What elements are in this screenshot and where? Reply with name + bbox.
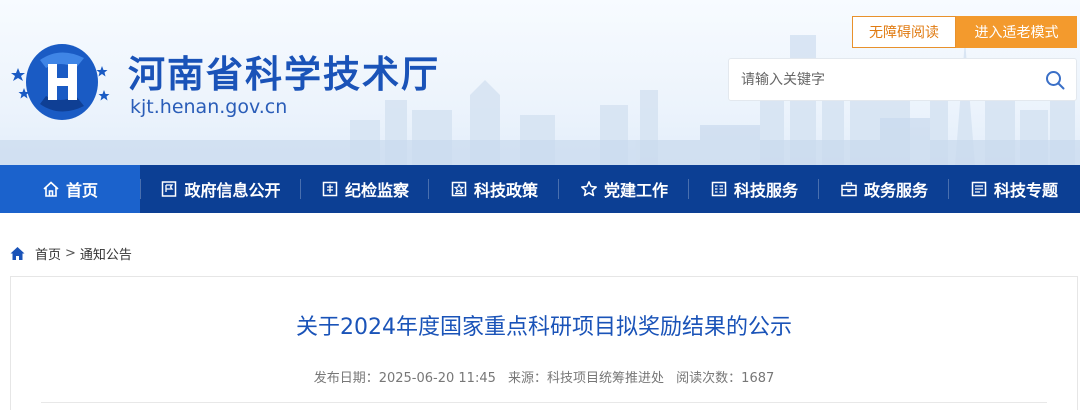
- nav-separator: [818, 179, 819, 199]
- home-icon[interactable]: [10, 246, 25, 261]
- nav-item-label: 政府信息公开: [184, 181, 281, 200]
- grid-list-icon: [711, 181, 727, 197]
- site-header: 河南省科学技术厅 kjt.henan.gov.cn 无障碍阅读 进入适老模式: [0, 0, 1080, 165]
- nav-item-label: 党建工作: [603, 181, 668, 200]
- nav-separator: [688, 179, 689, 199]
- nav-item-gov-info[interactable]: 政府信息公开: [148, 165, 293, 213]
- view-count: 阅读次数：1687: [676, 371, 775, 386]
- nav-item-label: 纪检监察: [344, 181, 409, 200]
- nav-item-home[interactable]: 首页: [0, 165, 140, 213]
- accessible-reading-button[interactable]: 无障碍阅读: [852, 16, 956, 48]
- nav-item-label: 首页: [65, 181, 98, 200]
- briefcase-icon: [841, 182, 857, 197]
- article-meta: 发布日期：2025-06-20 11:45 来源：科技项目统筹推进处 阅读次数：…: [11, 367, 1077, 386]
- home-icon: [43, 181, 59, 197]
- main-nav: 首页 政府信息公开 纪检监察 科技政策 党建工作 科技服务 政务服务 科技专题: [0, 165, 1080, 213]
- star-icon: [581, 181, 597, 197]
- nav-item-label: 科技政策: [473, 181, 538, 200]
- breadcrumb-current[interactable]: 通知公告: [80, 244, 132, 263]
- nav-item-label: 政务服务: [863, 181, 928, 200]
- article-title: 关于2024年度国家重点科研项目拟奖励结果的公示: [296, 315, 792, 340]
- nav-item-label: 科技服务: [733, 181, 798, 200]
- divider: [41, 402, 1047, 403]
- nav-separator: [558, 179, 559, 199]
- nav-item-tech-topics[interactable]: 科技专题: [953, 165, 1075, 213]
- search-icon[interactable]: [1045, 70, 1065, 90]
- nav-item-gov-service[interactable]: 政务服务: [823, 165, 945, 213]
- document-flag-icon: [162, 181, 177, 197]
- breadcrumb-home-link[interactable]: 首页: [35, 244, 61, 263]
- site-logo[interactable]: [10, 38, 110, 126]
- search-box: [728, 58, 1077, 101]
- monitor-icon: [322, 181, 338, 197]
- nav-separator: [948, 179, 949, 199]
- site-title[interactable]: 河南省科学技术厅: [128, 44, 440, 98]
- nav-item-label: 科技专题: [993, 181, 1058, 200]
- nav-separator: [428, 179, 429, 199]
- nav-item-discipline[interactable]: 纪检监察: [305, 165, 425, 213]
- nav-item-party[interactable]: 党建工作: [563, 165, 685, 213]
- elder-mode-button[interactable]: 进入适老模式: [956, 16, 1077, 48]
- breadcrumb-separator: >: [65, 245, 76, 261]
- nav-separator: [140, 179, 141, 199]
- article-container: 关于2024年度国家重点科研项目拟奖励结果的公示 发布日期：2025-06-20…: [10, 276, 1078, 410]
- breadcrumb: 首页 > 通知公告: [10, 244, 132, 263]
- nav-separator: [300, 179, 301, 199]
- policy-icon: [451, 181, 467, 197]
- list-icon: [971, 181, 987, 197]
- publish-date: 发布日期：2025-06-20 11:45: [313, 371, 496, 386]
- nav-item-policy[interactable]: 科技政策: [433, 165, 555, 213]
- nav-item-tech-service[interactable]: 科技服务: [693, 165, 815, 213]
- site-domain: kjt.henan.gov.cn: [130, 96, 288, 118]
- article-source: 来源：科技项目统筹推进处: [508, 371, 665, 386]
- search-input[interactable]: [729, 59, 1029, 100]
